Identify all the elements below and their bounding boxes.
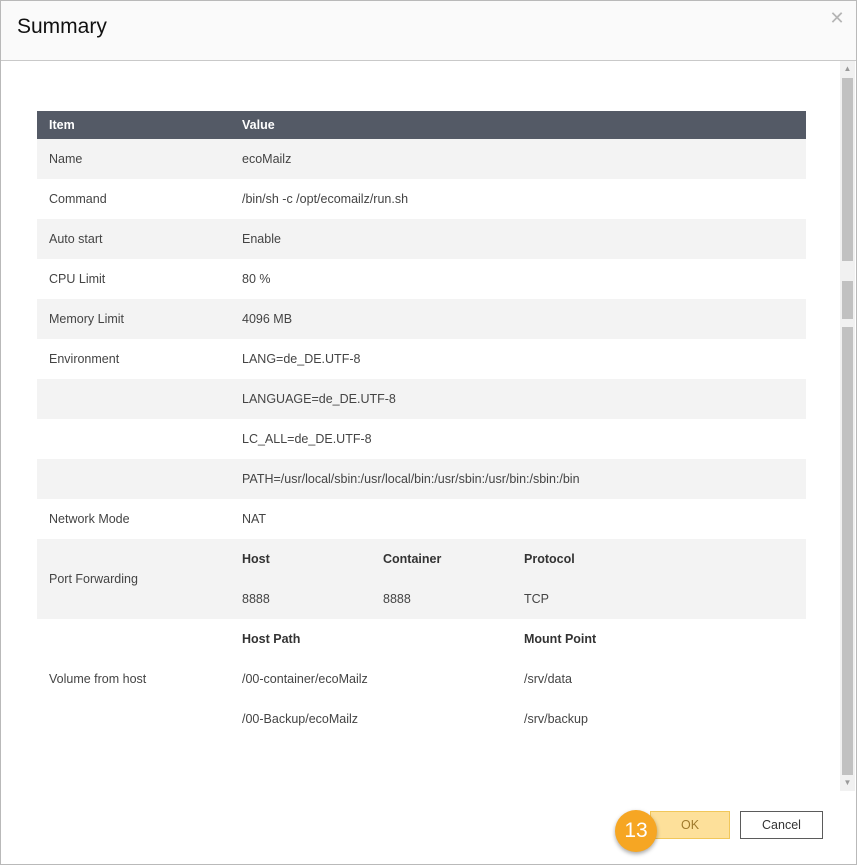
dialog-title: Summary [17, 15, 107, 38]
row-item [37, 379, 242, 419]
row-item: Command [37, 179, 242, 219]
summary-table: Item Value Name ecoMailz Command /bin/sh… [37, 111, 806, 739]
row-item: Name [37, 139, 242, 179]
volume-mount-point: /srv/backup [524, 712, 588, 726]
scrollbar-thumb[interactable] [842, 281, 853, 319]
row-item: Memory Limit [37, 299, 242, 339]
volume-mount-point: /srv/data [524, 672, 572, 686]
row-value: PATH=/usr/local/sbin:/usr/local/bin:/usr… [242, 459, 806, 499]
port-header-container: Container [383, 552, 442, 566]
row-value: LANGUAGE=de_DE.UTF-8 [242, 379, 806, 419]
port-host-value: 8888 [242, 592, 270, 606]
row-item: Auto start [37, 219, 242, 259]
scroll-up-arrow-icon[interactable]: ▲ [840, 62, 855, 76]
volume-host-path: /00-container/ecoMailz [242, 672, 368, 686]
dialog-header: Summary ✕ [1, 1, 856, 61]
row-item: Network Mode [37, 499, 242, 539]
port-protocol-value: TCP [524, 592, 549, 606]
table-row: LC_ALL=de_DE.UTF-8 [37, 419, 806, 459]
cancel-button[interactable]: Cancel [740, 811, 823, 839]
header-value: Value [242, 111, 806, 139]
port-header-protocol: Protocol [524, 552, 575, 566]
volume-value: Host Path Mount Point /00-container/ecoM… [242, 619, 806, 739]
port-forwarding-value: Host Container Protocol 8888 8888 TCP [242, 539, 806, 619]
header-item: Item [37, 111, 242, 139]
row-value: Enable [242, 219, 806, 259]
table-row: CPU Limit 80 % [37, 259, 806, 299]
step-number-badge: 13 [615, 810, 657, 852]
vertical-scrollbar[interactable]: ▲ ▼ [840, 61, 855, 791]
port-forwarding-row: Port Forwarding Host Container Protocol … [37, 539, 806, 619]
row-value: ecoMailz [242, 139, 806, 179]
table-row: LANGUAGE=de_DE.UTF-8 [37, 379, 806, 419]
table-row: PATH=/usr/local/sbin:/usr/local/bin:/usr… [37, 459, 806, 499]
ok-button[interactable]: OK [650, 811, 730, 839]
dialog-footer: OK Cancel [1, 796, 856, 864]
row-item [37, 419, 242, 459]
port-forwarding-table: Host Container Protocol 8888 8888 TCP [242, 539, 806, 619]
volume-header-host-path: Host Path [242, 632, 301, 646]
table-row: Name ecoMailz [37, 139, 806, 179]
scrollbar-thumb[interactable] [842, 78, 853, 261]
row-item [37, 459, 242, 499]
port-header-host: Host [242, 552, 270, 566]
volume-table: Host Path Mount Point /00-container/ecoM… [242, 619, 806, 739]
row-item: Port Forwarding [37, 539, 242, 619]
dialog-body: Item Value Name ecoMailz Command /bin/sh… [1, 61, 856, 796]
table-row: Auto start Enable [37, 219, 806, 259]
row-item: Volume from host [37, 619, 242, 739]
row-value: LC_ALL=de_DE.UTF-8 [242, 419, 806, 459]
volume-host-path: /00-Backup/ecoMailz [242, 712, 359, 726]
row-value: 80 % [242, 259, 806, 299]
row-value: NAT [242, 499, 806, 539]
volume-header-mount-point: Mount Point [524, 632, 597, 646]
row-value: 4096 MB [242, 299, 806, 339]
table-row: Environment LANG=de_DE.UTF-8 [37, 339, 806, 379]
row-value: LANG=de_DE.UTF-8 [242, 339, 806, 379]
port-container-value: 8888 [383, 592, 411, 606]
summary-dialog: Summary ✕ Item Value Name ecoMailz Comma… [0, 0, 857, 865]
volume-row: Volume from host Host Path Mount Point /… [37, 619, 806, 739]
table-row: Command /bin/sh -c /opt/ecomailz/run.sh [37, 179, 806, 219]
row-item: CPU Limit [37, 259, 242, 299]
scrollbar-thumb[interactable] [842, 327, 853, 775]
close-icon[interactable]: ✕ [826, 7, 848, 29]
row-value: /bin/sh -c /opt/ecomailz/run.sh [242, 179, 806, 219]
scroll-down-arrow-icon[interactable]: ▼ [840, 776, 855, 790]
table-row: Network Mode NAT [37, 499, 806, 539]
row-item: Environment [37, 339, 242, 379]
table-row: Memory Limit 4096 MB [37, 299, 806, 339]
table-header-row: Item Value [37, 111, 806, 139]
